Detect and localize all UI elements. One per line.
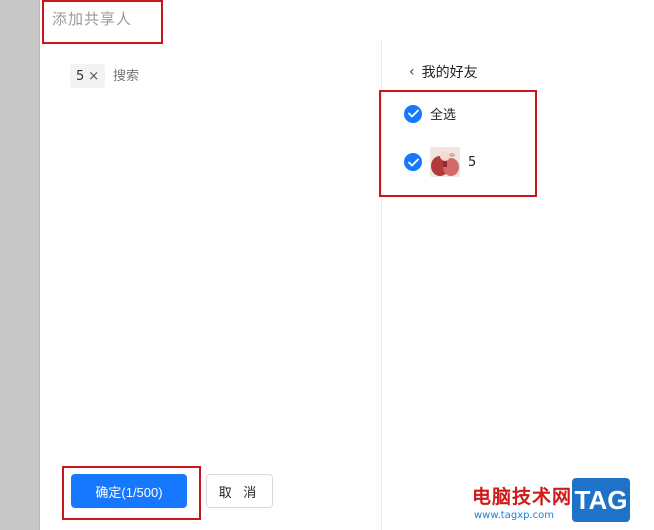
confirm-button[interactable]: 确定(1/500) bbox=[71, 474, 187, 508]
site-watermark: 电脑技术网 www.tagxp.com TAG bbox=[472, 478, 652, 528]
select-all-label: 全选 bbox=[430, 108, 457, 123]
watermark-badge: TAG bbox=[572, 478, 630, 522]
background-panel bbox=[0, 0, 39, 530]
highlight-box-title bbox=[42, 0, 163, 44]
chip-label: 5 bbox=[76, 68, 85, 84]
highlight-box-selection bbox=[379, 90, 537, 197]
watermark-text: 电脑技术网 bbox=[472, 486, 573, 508]
friend-row[interactable]: 5 bbox=[404, 147, 476, 177]
watermark-url: www.tagxp.com bbox=[474, 510, 554, 521]
friend-name: 5 bbox=[468, 154, 477, 170]
avatar bbox=[430, 147, 460, 177]
friends-header: 我的好友 bbox=[421, 65, 478, 81]
select-all-row[interactable]: 全选 bbox=[404, 104, 456, 123]
add-sharer-dialog: 添加共享人 5 × ‹ 我的好友 全选 bbox=[40, 0, 654, 530]
chevron-left-icon: ‹ bbox=[409, 64, 415, 80]
search-input[interactable] bbox=[113, 66, 263, 86]
check-circle-icon[interactable] bbox=[404, 153, 422, 171]
selected-user-chip: 5 × bbox=[70, 64, 106, 88]
back-to-friends[interactable]: ‹ 我的好友 bbox=[409, 62, 478, 82]
remove-chip-icon[interactable]: × bbox=[88, 69, 99, 84]
check-circle-icon[interactable] bbox=[404, 104, 422, 123]
cancel-button[interactable]: 取 消 bbox=[206, 474, 273, 508]
